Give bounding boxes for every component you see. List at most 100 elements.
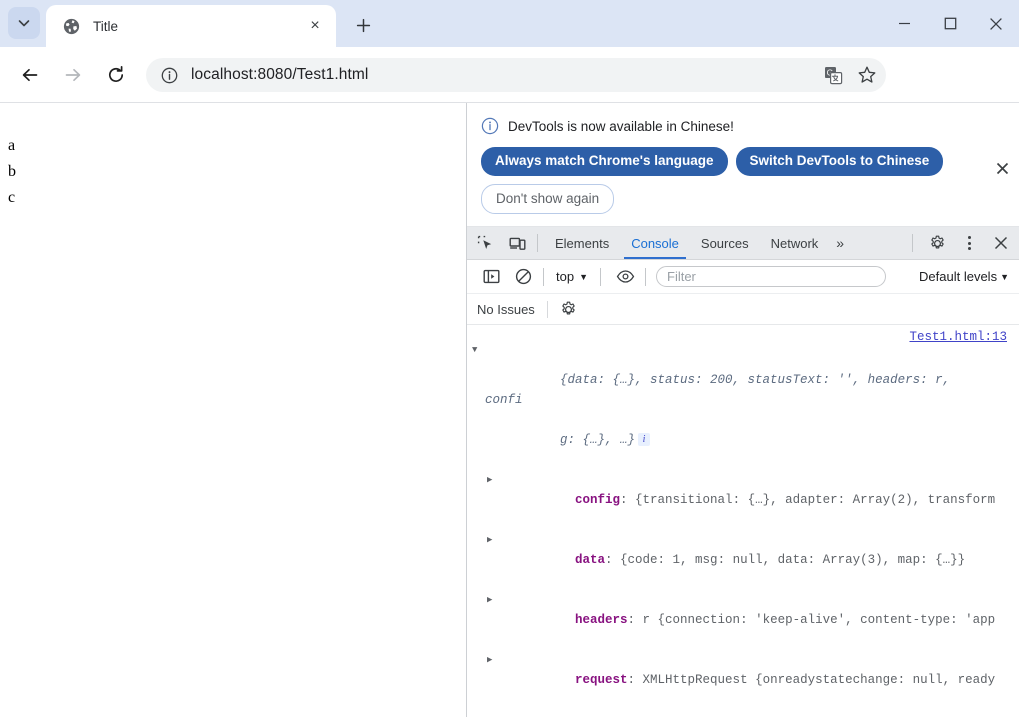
tabbar-divider <box>537 234 538 253</box>
tab-search-button[interactable] <box>8 7 40 39</box>
reload-button[interactable] <box>100 59 132 91</box>
maximize-window-button[interactable] <box>927 0 973 47</box>
close-tab-icon[interactable]: × <box>302 13 328 39</box>
live-expression-button[interactable] <box>611 263 639 291</box>
kebab-dot <box>967 247 971 251</box>
console-context-label: top <box>556 269 575 285</box>
log-levels-selector[interactable]: Default levels ▼ <box>919 269 1013 284</box>
close-icon <box>990 17 1002 30</box>
devtools-tab-bar: Elements Console Sources Network » <box>467 227 1019 261</box>
chevron-down-icon <box>18 20 30 27</box>
switch-devtools-language-button[interactable]: Switch DevTools to Chinese <box>735 147 944 176</box>
console-sidebar-icon <box>483 269 500 284</box>
devtools-settings-button[interactable] <box>923 229 951 257</box>
window-controls <box>881 0 1019 47</box>
close-devtools-button[interactable] <box>987 229 1015 257</box>
property-key: data <box>575 553 606 568</box>
object-property-row[interactable]: ▶ data: {code: 1, msg: null, data: Array(… <box>467 530 1019 590</box>
tab-elements[interactable]: Elements <box>544 227 620 259</box>
address-bar[interactable]: localhost:8080/Test1.html G <box>146 58 886 92</box>
page-line: c <box>8 188 16 206</box>
dont-show-again-button[interactable]: Don't show again <box>481 183 615 215</box>
property-key: request <box>575 673 628 688</box>
live-expression-eye-icon <box>616 270 634 283</box>
console-log-area[interactable]: Test1.html:13 ▼ {data: {…}, status: 200,… <box>467 325 1019 710</box>
new-tab-button[interactable] <box>346 10 380 40</box>
devtools-menu-button[interactable] <box>955 229 983 257</box>
url-text: localhost:8080/Test1.html <box>191 66 369 83</box>
expand-triangle-icon[interactable]: ▶ <box>487 650 492 670</box>
settings-gear-icon <box>930 235 944 248</box>
back-arrow-icon <box>22 68 38 82</box>
console-filter-input[interactable] <box>656 266 886 288</box>
locale-notification: DevTools is now available in Chinese! Al… <box>467 103 1019 228</box>
console-sidebar-toggle[interactable] <box>477 263 505 291</box>
expand-triangle-icon[interactable]: ▶ <box>487 590 492 610</box>
object-preview-text-cont: g: {…}, …} <box>560 433 636 448</box>
issues-bar: No Issues <box>467 294 1019 326</box>
object-preview-text: {data: {…}, status: 200, statusText: '',… <box>485 373 958 408</box>
property-value: XMLHttpRequest {onreadystatechange: null… <box>642 673 996 688</box>
page-content: a b c <box>0 103 466 211</box>
console-entry-object[interactable]: Test1.html:13 ▼ {data: {…}, status: 200,… <box>467 325 1019 709</box>
object-preview-row[interactable]: ▼ {data: {…}, status: 200, statusText: '… <box>467 330 985 470</box>
tab-label: Sources <box>700 235 749 251</box>
more-tabs-button[interactable]: » <box>829 227 851 259</box>
property-value: {code: 1, msg: null, data: Array(3), map… <box>620 553 966 568</box>
expand-triangle-icon[interactable]: ▶ <box>487 530 492 550</box>
tab-network[interactable]: Network <box>760 227 830 259</box>
tab-console[interactable]: Console <box>620 227 690 260</box>
tab-sources[interactable]: Sources <box>690 227 760 259</box>
bookmark-star-icon[interactable] <box>852 60 882 90</box>
property-value: r {connection: 'keep-alive', content-typ… <box>642 613 996 628</box>
console-toolbar-divider <box>600 267 601 286</box>
plus-icon <box>356 18 370 32</box>
tab-title: Title <box>93 18 119 34</box>
object-property-row[interactable]: ▶ request: XMLHttpRequest {onreadystatech… <box>467 650 1019 709</box>
property-value: {transitional: {…}, adapter: Array(2), t… <box>635 493 996 508</box>
close-notification-icon[interactable] <box>989 155 1015 181</box>
inspect-element-button[interactable] <box>471 229 499 257</box>
info-circle-icon <box>481 117 499 135</box>
kebab-dot <box>967 235 971 239</box>
tab-strip: Title × <box>0 0 1019 47</box>
object-property-row[interactable]: ▶ headers: r {connection: 'keep-alive', c… <box>467 590 1019 650</box>
chevron-down-icon: ▼ <box>579 271 588 282</box>
browser-toolbar: localhost:8080/Test1.html G <box>0 47 1019 136</box>
object-property-row[interactable]: ▶ config: {transitional: {…}, adapter: Ar… <box>467 470 1019 530</box>
log-levels-label: Default levels <box>919 269 998 285</box>
clear-console-button[interactable] <box>509 263 537 291</box>
minimize-icon <box>898 22 910 25</box>
maximize-icon <box>944 17 956 30</box>
kebab-dot <box>967 241 971 245</box>
property-key: config <box>575 493 621 508</box>
expand-triangle-icon[interactable]: ▼ <box>472 340 477 360</box>
forward-button[interactable] <box>57 59 89 91</box>
minimize-window-button[interactable] <box>881 0 927 47</box>
console-context-selector[interactable]: top ▼ <box>550 267 594 286</box>
issues-count-label[interactable]: No Issues <box>477 302 535 317</box>
tab-label: Network <box>770 235 819 251</box>
close-icon <box>994 237 1008 250</box>
site-info-icon[interactable] <box>160 66 178 84</box>
tabbar-divider <box>912 234 913 253</box>
forward-arrow-icon <box>65 68 81 82</box>
browser-tab[interactable]: Title × <box>46 5 336 47</box>
expand-triangle-icon[interactable]: ▶ <box>487 470 492 490</box>
info-badge-icon[interactable]: i <box>638 433 651 447</box>
page-line: a <box>8 137 16 154</box>
back-button[interactable] <box>14 59 46 91</box>
console-settings-button[interactable] <box>560 301 577 318</box>
always-match-language-button[interactable]: Always match Chrome's language <box>481 147 728 176</box>
globe-icon <box>62 17 80 35</box>
device-toolbar-button[interactable] <box>503 229 531 257</box>
inspect-element-icon <box>477 235 491 249</box>
devtools-tabbar-actions <box>906 229 1019 257</box>
close-icon <box>996 162 1008 174</box>
device-toolbar-icon <box>509 237 526 250</box>
chevron-down-icon: ▼ <box>1000 271 1009 282</box>
tab-label: Elements <box>555 235 610 251</box>
close-window-button[interactable] <box>973 0 1019 47</box>
translate-icon[interactable]: G <box>818 60 848 90</box>
console-toolbar: top ▼ Default levels ▼ <box>467 260 1019 295</box>
